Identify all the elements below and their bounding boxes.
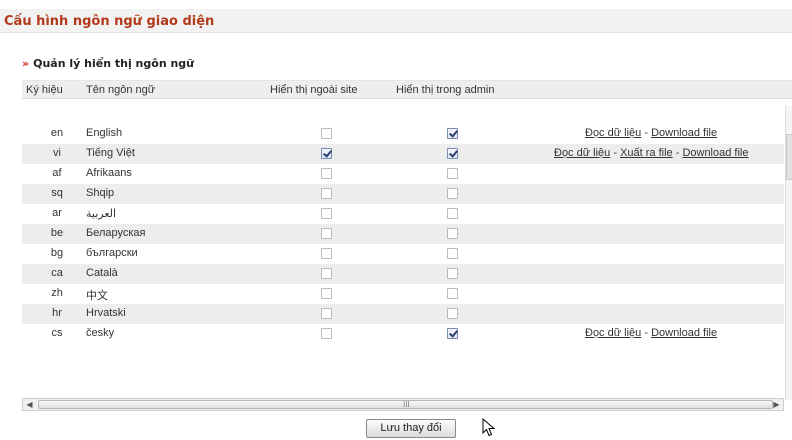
language-code: ca	[51, 267, 63, 279]
show-in-admin-checkbox[interactable]	[447, 168, 458, 179]
table-row: be Беларуская	[22, 224, 784, 244]
language-name: česky	[86, 327, 115, 339]
vertical-scrollbar-thumb[interactable]	[786, 134, 792, 180]
table-row: hr Hrvatski	[22, 304, 784, 324]
title-bar: Cấu hình ngôn ngữ giao diện	[0, 9, 792, 33]
chevron-left-icon[interactable]: ◀	[23, 399, 36, 410]
show-in-admin-checkbox[interactable]	[447, 128, 458, 139]
section-heading: » Quản lý hiển thị ngôn ngữ	[22, 57, 194, 70]
language-name: Hrvatski	[86, 307, 126, 319]
language-name: български	[86, 247, 138, 259]
table-row: ca Català	[22, 264, 784, 284]
section-heading-text: Quản lý hiển thị ngôn ngữ	[33, 57, 195, 70]
show-on-site-checkbox[interactable]	[321, 268, 332, 279]
save-button[interactable]: Lưu thay đổi	[366, 419, 456, 438]
link-separator: -	[672, 147, 683, 159]
show-in-admin-checkbox[interactable]	[447, 268, 458, 279]
horizontal-scrollbar-thumb[interactable]: III	[38, 400, 773, 409]
language-name: English	[86, 127, 123, 139]
language-code: sq	[51, 187, 63, 199]
show-on-site-checkbox[interactable]	[321, 168, 332, 179]
language-name: العربية	[86, 208, 117, 220]
read-link[interactable]: Đọc dữ liệu	[554, 147, 610, 159]
table-header: Ký hiệu Tên ngôn ngữ Hiển thị ngoài site…	[22, 80, 792, 99]
row-actions: Đọc dữ liệu - Download file	[585, 327, 717, 339]
link-separator: -	[610, 147, 621, 159]
show-on-site-checkbox[interactable]	[321, 208, 332, 219]
link-separator: -	[641, 127, 652, 139]
language-code: cs	[51, 327, 63, 339]
show-on-site-checkbox[interactable]	[321, 308, 332, 319]
column-header-name: Tên ngôn ngữ	[86, 84, 156, 96]
scrollbar-grip: III	[403, 400, 410, 409]
table-row: zh 中文	[22, 284, 784, 304]
language-code: zh	[51, 287, 63, 299]
show-on-site-checkbox[interactable]	[321, 128, 332, 139]
column-header-code: Ký hiệu	[26, 84, 63, 96]
language-name: Беларуская	[86, 227, 146, 239]
table-row: vi Tiếng Việt Đọc dữ liệu - Xuất ra file -…	[22, 144, 784, 164]
table-row: en English Đọc dữ liệu - Download file	[22, 124, 784, 144]
download-link[interactable]: Download file	[651, 327, 717, 339]
row-actions: Đọc dữ liệu - Download file	[585, 127, 717, 139]
show-in-admin-checkbox[interactable]	[447, 228, 458, 239]
show-in-admin-checkbox[interactable]	[447, 308, 458, 319]
download-link[interactable]: Download file	[651, 127, 717, 139]
language-code: af	[52, 167, 62, 179]
table-row: cs česky Đọc dữ liệu - Download file	[22, 324, 784, 344]
table-row: sq Shqip	[22, 184, 784, 204]
show-on-site-checkbox[interactable]	[321, 228, 332, 239]
language-table: en English Đọc dữ liệu - Download file vi Ti…	[22, 99, 784, 396]
read-link[interactable]: Đọc dữ liệu	[585, 127, 641, 139]
language-code: bg	[50, 247, 64, 259]
language-name: Tiếng Việt	[86, 147, 135, 159]
show-on-site-checkbox[interactable]	[321, 288, 332, 299]
row-actions: Đọc dữ liệu - Xuất ra file - Download fi…	[554, 147, 748, 159]
table-row: af Afrikaans	[22, 164, 784, 184]
section-marker-icon: »	[22, 57, 30, 70]
language-code: en	[50, 127, 64, 139]
table-row: ar العربية	[22, 204, 784, 224]
horizontal-scrollbar[interactable]: ◀ III ▶	[22, 398, 784, 411]
language-name: Afrikaans	[86, 167, 132, 179]
page-title: Cấu hình ngôn ngữ giao diện	[4, 14, 215, 29]
language-name: Shqip	[86, 187, 115, 199]
language-name: 中文	[86, 290, 108, 302]
read-link[interactable]: Đọc dữ liệu	[585, 327, 641, 339]
language-name: Català	[86, 267, 118, 279]
show-on-site-checkbox[interactable]	[321, 148, 332, 159]
chevron-right-icon[interactable]: ▶	[770, 399, 783, 410]
column-header-admin: Hiển thị trong admin	[396, 84, 495, 96]
show-on-site-checkbox[interactable]	[321, 248, 332, 259]
show-on-site-checkbox[interactable]	[321, 328, 332, 339]
vertical-scrollbar[interactable]	[785, 106, 792, 400]
show-in-admin-checkbox[interactable]	[447, 288, 458, 299]
export-link[interactable]: Xuất ra file	[620, 147, 673, 159]
language-code: vi	[53, 147, 61, 159]
show-in-admin-checkbox[interactable]	[447, 188, 458, 199]
column-header-site: Hiển thị ngoài site	[270, 84, 358, 96]
show-in-admin-checkbox[interactable]	[447, 208, 458, 219]
link-separator: -	[641, 327, 652, 339]
table-row: bg български	[22, 244, 784, 264]
show-in-admin-checkbox[interactable]	[447, 328, 458, 339]
language-code: ar	[52, 207, 62, 219]
mouse-pointer-icon	[482, 418, 496, 437]
show-in-admin-checkbox[interactable]	[447, 148, 458, 159]
download-link[interactable]: Download file	[682, 147, 748, 159]
show-on-site-checkbox[interactable]	[321, 188, 332, 199]
show-in-admin-checkbox[interactable]	[447, 248, 458, 259]
language-code: be	[50, 227, 64, 239]
language-code: hr	[52, 307, 62, 319]
